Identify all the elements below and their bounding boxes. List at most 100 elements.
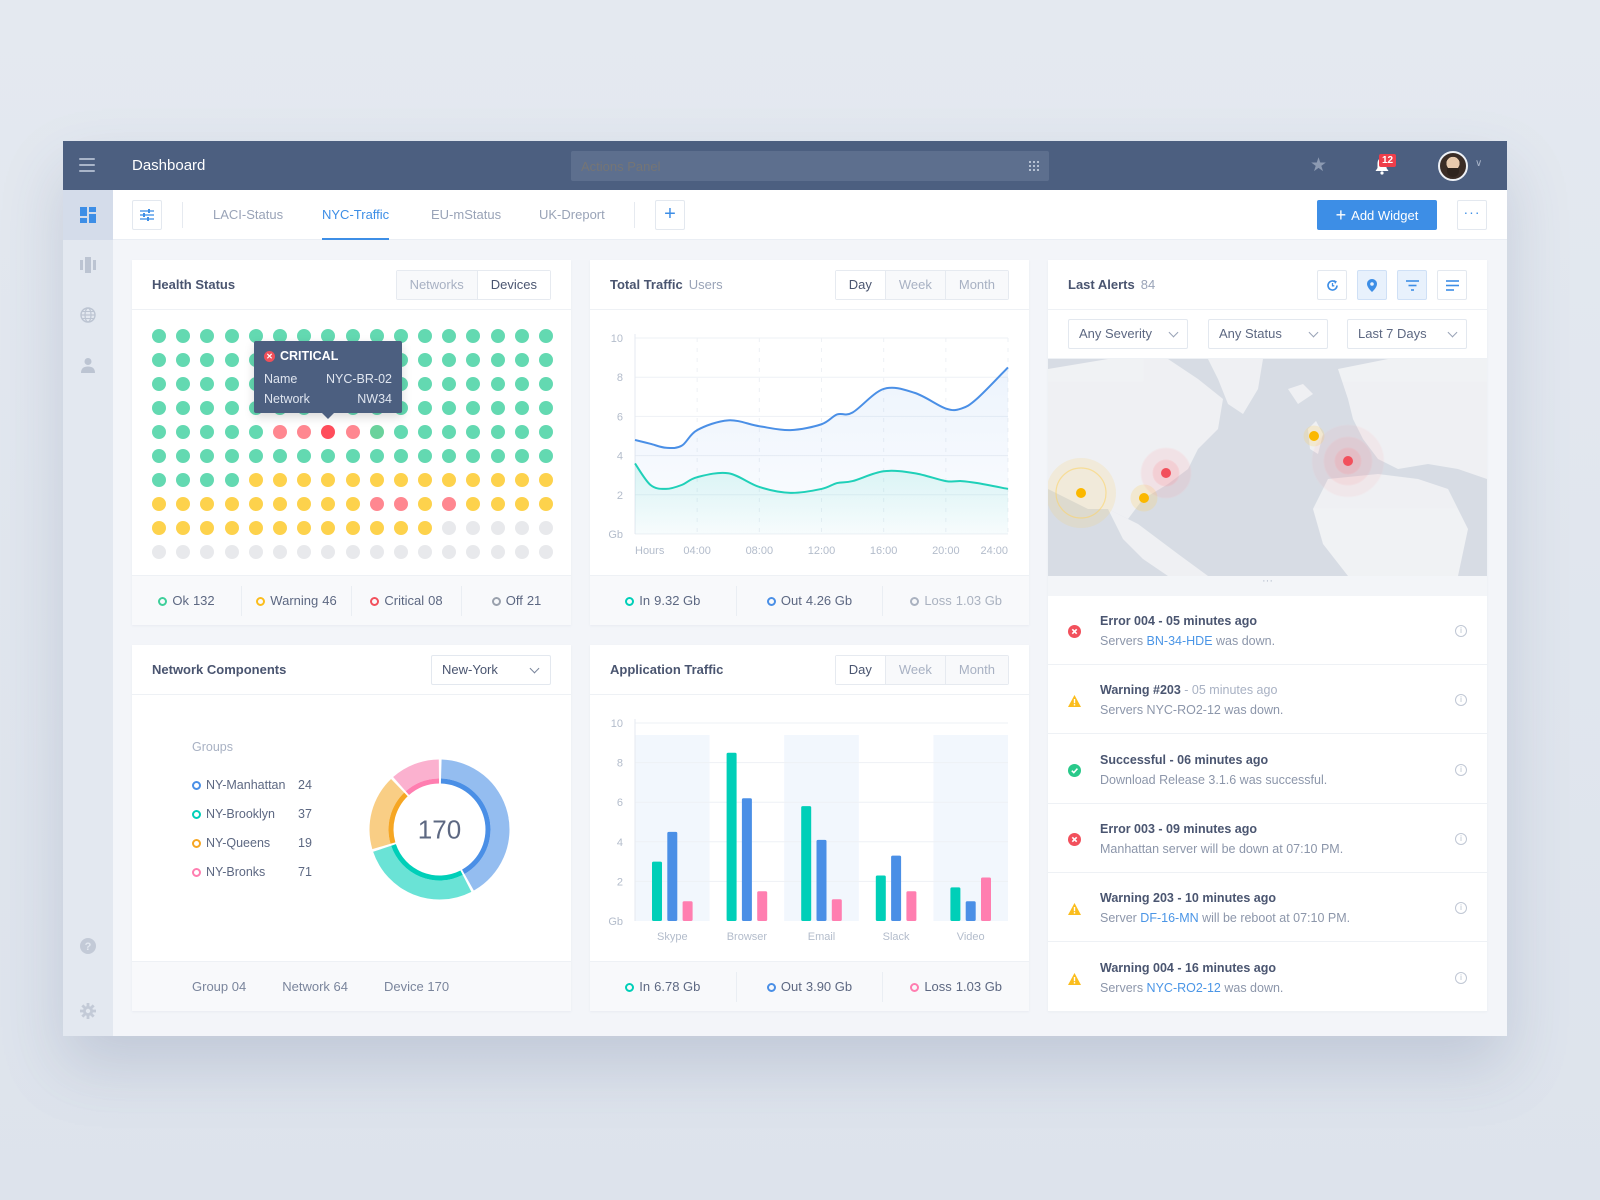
device-dot-ok[interactable] — [442, 377, 457, 391]
device-dot-off[interactable] — [466, 521, 481, 535]
device-dot-off[interactable] — [442, 545, 457, 559]
device-dot-off[interactable] — [514, 521, 529, 535]
tab-eu-mstatus[interactable]: EU-mStatus — [431, 190, 501, 240]
device-dot-ok[interactable] — [442, 425, 457, 439]
device-dot-ok[interactable] — [466, 329, 481, 343]
device-dot-warning[interactable] — [224, 521, 239, 535]
device-dot-ok[interactable] — [539, 449, 553, 463]
device-dot-critical[interactable] — [442, 497, 457, 511]
device-dot-ok[interactable] — [514, 329, 529, 343]
device-dot-ok[interactable] — [152, 449, 166, 463]
device-dot-ok[interactable] — [152, 401, 166, 415]
device-dot-warning[interactable] — [418, 497, 433, 511]
device-dot-critical[interactable] — [369, 497, 384, 511]
alert-item-error[interactable]: Error 004 - 05 minutes ago Servers BN-34-… — [1048, 596, 1487, 665]
sidebar-item-columns[interactable] — [63, 240, 113, 290]
user-avatar[interactable] — [1438, 151, 1468, 181]
device-dot-ok[interactable] — [200, 377, 215, 391]
device-dot-ok[interactable] — [200, 329, 215, 343]
period-week[interactable]: Week — [884, 656, 945, 684]
bar-browser-loss[interactable] — [757, 891, 768, 921]
device-dot-warning[interactable] — [176, 521, 191, 535]
device-dot-ok[interactable] — [345, 449, 360, 463]
server-link[interactable]: BN-34-HDE — [1147, 634, 1213, 648]
device-dot-critical[interactable] — [297, 425, 312, 439]
device-dot-warning[interactable] — [224, 497, 239, 511]
alert-item-success[interactable]: Successful - 06 minutes ago Download Rele… — [1048, 735, 1487, 804]
actions-panel-input[interactable] — [571, 151, 991, 181]
device-dot-warning[interactable] — [272, 473, 287, 487]
device-dot-ok[interactable] — [442, 353, 457, 367]
device-dot-warning[interactable] — [248, 497, 263, 511]
device-dot-ok[interactable] — [466, 353, 481, 367]
location-select[interactable]: New-York — [431, 655, 551, 685]
legend-item[interactable]: NY-Queens 19 — [192, 836, 312, 850]
star-icon[interactable]: ★ — [1310, 154, 1327, 177]
server-link[interactable]: NYC-RO2-12 — [1147, 981, 1221, 995]
tab-settings-button[interactable] — [132, 200, 162, 230]
device-dot-ok[interactable] — [514, 353, 529, 367]
map-marker-new-york[interactable] — [1140, 447, 1192, 499]
device-dot-ok[interactable] — [418, 401, 433, 415]
device-dot-ok[interactable] — [490, 353, 505, 367]
device-dot-off[interactable] — [539, 521, 553, 535]
refresh-button[interactable] — [1317, 270, 1347, 300]
server-link[interactable]: DF-16-MN — [1140, 911, 1198, 925]
device-dot-ok[interactable] — [514, 449, 529, 463]
device-dot-ok[interactable] — [418, 377, 433, 391]
device-dot-ok[interactable] — [176, 377, 191, 391]
device-dot-ok[interactable] — [442, 329, 457, 343]
device-dot-ok[interactable] — [490, 401, 505, 415]
device-dot-ok[interactable] — [442, 401, 457, 415]
device-dot-warning[interactable] — [418, 521, 433, 535]
device-dot-off[interactable] — [466, 545, 481, 559]
device-dot-warning[interactable] — [514, 473, 529, 487]
bar-skype-out[interactable] — [667, 831, 678, 921]
device-dot-warning[interactable] — [490, 473, 505, 487]
chevron-down-icon[interactable]: ∨ — [1475, 158, 1482, 169]
device-dot-ok[interactable] — [418, 449, 433, 463]
device-dot-ok[interactable] — [200, 401, 215, 415]
sidebar-item-user[interactable] — [63, 340, 113, 390]
period-day[interactable]: Day — [835, 271, 885, 299]
alert-item-warning[interactable]: Warning 203 - 10 minutes ago Server DF-16… — [1048, 873, 1487, 943]
device-dot-ok[interactable] — [539, 401, 553, 415]
device-dot-ok[interactable] — [321, 449, 336, 463]
bar-video-in[interactable] — [950, 887, 961, 921]
map-marker-los-angeles[interactable] — [1048, 458, 1116, 528]
device-dot-ok[interactable] — [297, 449, 312, 463]
device-dot-ok[interactable] — [224, 329, 239, 343]
device-dot-ok[interactable] — [466, 425, 481, 439]
info-icon[interactable]: i — [1455, 625, 1467, 637]
card-subtitle[interactable]: Users — [689, 277, 723, 292]
bar-email-loss[interactable] — [831, 899, 842, 921]
device-dot-warning[interactable] — [321, 497, 336, 511]
device-dot-warning[interactable] — [176, 497, 191, 511]
device-dot-ok[interactable] — [418, 353, 433, 367]
device-dot-ok[interactable] — [248, 425, 263, 439]
map-marker-central-europe[interactable] — [1311, 424, 1385, 498]
device-dot-ok[interactable] — [224, 449, 239, 463]
device-dot-warning[interactable] — [248, 521, 263, 535]
device-dot-warning[interactable] — [393, 521, 408, 535]
device-dot-off[interactable] — [272, 545, 287, 559]
device-dot-warning[interactable] — [466, 473, 481, 487]
bar-email-in[interactable] — [801, 806, 812, 921]
device-dot-off[interactable] — [490, 545, 505, 559]
info-icon[interactable]: i — [1455, 832, 1467, 845]
alert-item-warning[interactable]: Warning #203 - 05 minutes ago Servers NYC… — [1048, 665, 1487, 735]
device-dot-ok[interactable] — [152, 425, 166, 439]
device-dot-ok[interactable] — [418, 329, 433, 343]
sidebar-item-globe[interactable] — [63, 290, 113, 340]
device-dot-warning[interactable] — [539, 497, 553, 511]
device-dot-warning[interactable] — [297, 497, 312, 511]
device-dot-ok[interactable] — [224, 473, 239, 487]
bar-skype-loss[interactable] — [682, 901, 693, 921]
device-dot-ok[interactable] — [176, 353, 191, 367]
bar-video-loss[interactable] — [981, 877, 991, 921]
device-dot-critical[interactable] — [345, 425, 360, 439]
device-dot-ok[interactable] — [224, 353, 239, 367]
device-dot-warning[interactable] — [490, 497, 505, 511]
filter-button[interactable] — [1397, 270, 1427, 300]
map-resize-handle[interactable]: ··· — [1048, 576, 1487, 596]
